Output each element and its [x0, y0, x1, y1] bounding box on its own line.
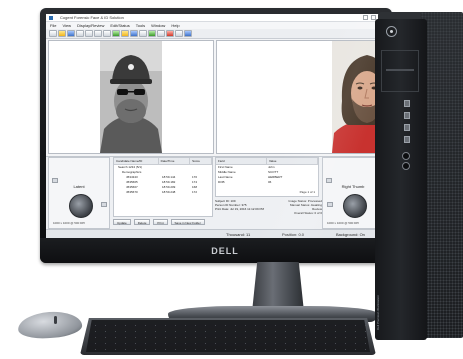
- usb-port-icon: [404, 124, 410, 131]
- open-icon[interactable]: [58, 30, 66, 37]
- latent-thumb-panel: Latent 1000 x 1000 @ 500 DPI: [48, 157, 110, 229]
- app-icon: [49, 16, 53, 20]
- rotate-icon[interactable]: [139, 30, 147, 37]
- panel-icon[interactable]: [326, 178, 332, 183]
- save-folder-button[interactable]: Save in New Folder: [170, 219, 205, 225]
- copy-icon[interactable]: [94, 30, 102, 37]
- panel-icon[interactable]: [327, 202, 333, 207]
- menu-display[interactable]: Display/Review: [77, 22, 104, 29]
- audio-jack-icon: [402, 152, 410, 160]
- tree-header-score[interactable]: Score: [190, 158, 212, 164]
- details-header-field[interactable]: Field: [216, 158, 267, 164]
- tree-header-name[interactable]: Candidate Name/ID: [114, 158, 159, 164]
- audio-jack-icon: [402, 162, 410, 170]
- menu-window[interactable]: Window: [151, 22, 165, 29]
- paste-icon[interactable]: [103, 30, 111, 37]
- table-row[interactable]: 4535670 18:59.248 172: [114, 190, 212, 195]
- menu-file[interactable]: File: [50, 22, 56, 29]
- candidate-tree: Candidate Name/ID Date/Time Score Search…: [113, 157, 213, 217]
- monitor-screen: Cogent Forensic Face & ID Solution File …: [46, 14, 386, 238]
- mouse[interactable]: [17, 309, 83, 341]
- mouse-wheel-icon: [54, 316, 57, 324]
- fingerprint-dial-icon[interactable]: [343, 194, 367, 218]
- help-icon[interactable]: [184, 30, 192, 37]
- status-bar: Thousand: 11 Position: 0.0 Background: O…: [46, 229, 386, 238]
- usb-port-icon: [404, 136, 410, 143]
- latent-face-photo: [100, 41, 162, 153]
- latent-title: Latent: [73, 184, 85, 189]
- enhance-icon[interactable]: [157, 30, 165, 37]
- fingerprint-dial-icon[interactable]: [69, 194, 93, 218]
- toolbar: [46, 29, 386, 39]
- power-button-icon[interactable]: [386, 26, 397, 37]
- panel-icon[interactable]: [101, 202, 107, 207]
- monitor-stand-neck: [252, 262, 304, 312]
- print-button[interactable]: Print: [153, 219, 168, 225]
- table-row[interactable]: DOB 06: [216, 180, 318, 185]
- candidate-image-pane[interactable]: [216, 40, 384, 154]
- minimize-button[interactable]: [363, 15, 368, 20]
- menu-tools[interactable]: Tools: [136, 22, 145, 29]
- menu-bar: File View Display/Review Edit/Status Too…: [46, 22, 386, 29]
- crop-icon[interactable]: [148, 30, 156, 37]
- status-background: Background: On: [336, 232, 365, 237]
- grid-icon[interactable]: [175, 30, 183, 37]
- latent-image-pane[interactable]: [48, 40, 214, 154]
- menu-edit[interactable]: Edit/Status: [110, 22, 129, 29]
- usb-port-icon: [404, 112, 410, 119]
- status-info: Image Status: Processed Manual Status: A…: [288, 199, 322, 215]
- delete-button[interactable]: Delete: [133, 219, 151, 225]
- save-icon[interactable]: [67, 30, 75, 37]
- keyboard-keys[interactable]: [86, 320, 370, 352]
- details-header-value[interactable]: Value: [267, 158, 318, 164]
- latent-caption: 1000 x 1000 @ 500 DPI: [53, 221, 86, 225]
- bottom-panel: Latent 1000 x 1000 @ 500 DPI Candidate N…: [46, 156, 386, 238]
- desktop-scene: DELL Cogent Forensic Face & ID Solution …: [0, 0, 463, 359]
- status-position: Position: 0.0: [282, 232, 305, 237]
- zoom-in-icon[interactable]: [121, 30, 129, 37]
- compare-icon[interactable]: [166, 30, 174, 37]
- undo-icon[interactable]: [112, 30, 120, 37]
- cut-icon[interactable]: [85, 30, 93, 37]
- tower-side-vents: [421, 12, 463, 338]
- tower-label: Dell Precision Workstation: [376, 295, 380, 330]
- status-thousand: Thousand: 11: [226, 232, 251, 237]
- window-titlebar: Cogent Forensic Face & ID Solution: [46, 14, 386, 22]
- usb-port-icon: [404, 100, 410, 107]
- new-icon[interactable]: [49, 30, 57, 37]
- page-label: Page 1 of 1: [299, 190, 315, 194]
- print-icon[interactable]: [76, 30, 84, 37]
- optical-drive[interactable]: [381, 50, 419, 92]
- update-button[interactable]: Update: [113, 219, 131, 225]
- tree-header-date[interactable]: Date/Time: [159, 158, 191, 164]
- menu-view[interactable]: View: [62, 22, 71, 29]
- panel-icon[interactable]: [52, 178, 58, 183]
- dell-logo: DELL: [211, 246, 239, 256]
- details-table: Field Value First Name John Middle Name SC…: [215, 157, 319, 197]
- menu-help[interactable]: Help: [171, 22, 179, 29]
- zoom-out-icon[interactable]: [130, 30, 138, 37]
- right-thumb-title: Right Thumb: [341, 184, 365, 189]
- window-title: Cogent Forensic Face & ID Solution: [60, 15, 124, 20]
- right-thumb-caption: 1000 x 1000 @ 500 DPI: [327, 221, 360, 225]
